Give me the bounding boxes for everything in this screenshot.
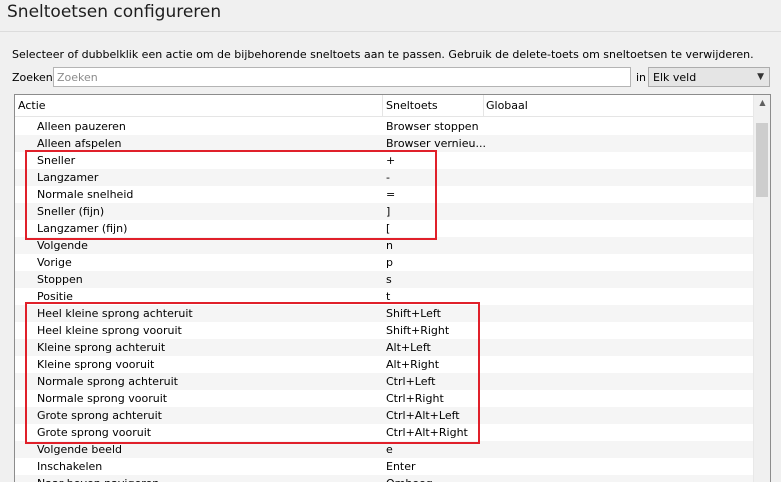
- action-cell: Normale sprong vooruit: [37, 392, 168, 405]
- table-row[interactable]: Sneller (fijn)]: [15, 203, 753, 220]
- shortcut-cell: Alt+Right: [386, 358, 440, 371]
- action-cell: Normale snelheid: [37, 188, 134, 201]
- action-cell: Positie: [37, 290, 73, 303]
- table-row[interactable]: Normale sprong vooruit Ctrl+Right: [15, 390, 753, 407]
- action-cell: Alleen pauzeren: [37, 120, 126, 133]
- shortcut-cell: Browser stoppen: [386, 120, 479, 133]
- table-row[interactable]: Inschakelen Enter: [15, 458, 753, 475]
- table-header: Actie Sneltoets Globaal: [15, 95, 753, 117]
- table-row[interactable]: Langzamer (fijn) [: [15, 220, 753, 237]
- action-cell: Kleine sprong achteruit: [37, 341, 166, 354]
- scrollbar-thumb[interactable]: [756, 123, 768, 197]
- vertical-scrollbar[interactable]: ▲: [753, 95, 770, 482]
- action-cell: Kleine sprong vooruit: [37, 358, 155, 371]
- shortcut-cell: t: [386, 290, 391, 303]
- shortcut-cell: Ctrl+Alt+Right: [386, 426, 468, 439]
- table-row[interactable]: Grote sprong achteruit Ctrl+Alt+Left: [15, 407, 753, 424]
- table-row[interactable]: Heel kleine sprong achteruit Shift+Left: [15, 305, 753, 322]
- table-row[interactable]: Volgende n: [15, 237, 753, 254]
- table-row[interactable]: Positie t: [15, 288, 753, 305]
- action-cell: Sneller (fijn): [37, 205, 105, 218]
- shortcut-cell: Omhoog: [386, 477, 433, 482]
- chevron-down-icon: ▼: [757, 72, 764, 82]
- table-row[interactable]: Langzamer -: [15, 169, 753, 186]
- column-header-shortcut[interactable]: Sneltoets: [383, 95, 484, 117]
- shortcut-cell: Ctrl+Right: [386, 392, 444, 405]
- table-row[interactable]: Alleen pauzeren Browser stoppen: [15, 118, 753, 135]
- action-cell: Vorige: [37, 256, 72, 269]
- shortcut-cell: -: [386, 171, 390, 184]
- action-cell: Grote sprong achteruit: [37, 409, 162, 422]
- action-cell: Grote sprong vooruit: [37, 426, 152, 439]
- table-row[interactable]: Normale sprong achteruit Ctrl+Left: [15, 373, 753, 390]
- instruction-text: Selecteer of dubbelklik een actie om de …: [12, 48, 754, 61]
- search-label: Zoeken: [12, 71, 53, 84]
- search-scope-label: in: [636, 71, 647, 84]
- action-cell: Stoppen: [37, 273, 83, 286]
- table-row[interactable]: Heel kleine sprong vooruit Shift+Right: [15, 322, 753, 339]
- shortcut-cell: Shift+Right: [386, 324, 450, 337]
- table-row[interactable]: Kleine sprong achteruit Alt+Left: [15, 339, 753, 356]
- shortcut-cell: s: [386, 273, 392, 286]
- shortcut-cell: ]: [386, 205, 391, 218]
- action-cell: Sneller: [37, 154, 76, 167]
- action-cell: Inschakelen: [37, 460, 103, 473]
- action-cell: Naar boven navigeren: [37, 477, 159, 482]
- page-title: Sneltoetsen configureren: [7, 2, 222, 22]
- shortcut-cell: Browser vernieu...: [386, 137, 486, 150]
- search-scope-select[interactable]: Elk veld ▼: [648, 67, 770, 87]
- action-cell: Langzamer (fijn): [37, 222, 128, 235]
- action-cell: Heel kleine sprong achteruit: [37, 307, 193, 320]
- shortcut-cell: Shift+Left: [386, 307, 441, 320]
- table-row[interactable]: Alleen afspelen Browser vernieu...: [15, 135, 753, 152]
- table-row[interactable]: Volgende beeld e: [15, 441, 753, 458]
- table-row[interactable]: Stoppen s: [15, 271, 753, 288]
- shortcut-cell: e: [386, 443, 393, 456]
- title-divider: [0, 31, 781, 32]
- shortcut-cell: Ctrl+Left: [386, 375, 436, 388]
- action-cell: Langzamer: [37, 171, 99, 184]
- shortcut-cell: Alt+Left: [386, 341, 431, 354]
- search-scope-value: Elk veld: [653, 71, 697, 84]
- scroll-up-icon[interactable]: ▲: [754, 95, 770, 112]
- action-cell: Volgende beeld: [37, 443, 122, 456]
- shortcut-cell: Ctrl+Alt+Left: [386, 409, 460, 422]
- table-body: Alleen pauzeren Browser stoppen Alleen afs…: [15, 118, 753, 482]
- column-header-action[interactable]: Actie: [15, 95, 383, 117]
- shortcuts-table[interactable]: Actie Sneltoets Globaal Alleen pauzeren B…: [14, 94, 771, 482]
- shortcut-cell: +: [386, 154, 396, 167]
- table-row[interactable]: Normale snelheid =: [15, 186, 753, 203]
- column-header-global[interactable]: Globaal: [484, 95, 753, 117]
- search-input[interactable]: [53, 67, 631, 87]
- table-row[interactable]: Grote sprong vooruit Ctrl+Alt+Right: [15, 424, 753, 441]
- shortcut-cell: n: [386, 239, 393, 252]
- action-cell: Alleen afspelen: [37, 137, 122, 150]
- shortcut-cell: p: [386, 256, 393, 269]
- action-cell: Normale sprong achteruit: [37, 375, 178, 388]
- shortcut-cell: Enter: [386, 460, 416, 473]
- action-cell: Volgende: [37, 239, 88, 252]
- shortcut-cell: [: [386, 222, 391, 235]
- shortcut-cell: =: [386, 188, 396, 201]
- table-row[interactable]: Naar boven navigeren Omhoog: [15, 475, 753, 482]
- table-row[interactable]: Sneller +: [15, 152, 753, 169]
- action-cell: Heel kleine sprong vooruit: [37, 324, 182, 337]
- table-row[interactable]: Kleine sprong vooruit Alt+Right: [15, 356, 753, 373]
- table-row[interactable]: Vorige p: [15, 254, 753, 271]
